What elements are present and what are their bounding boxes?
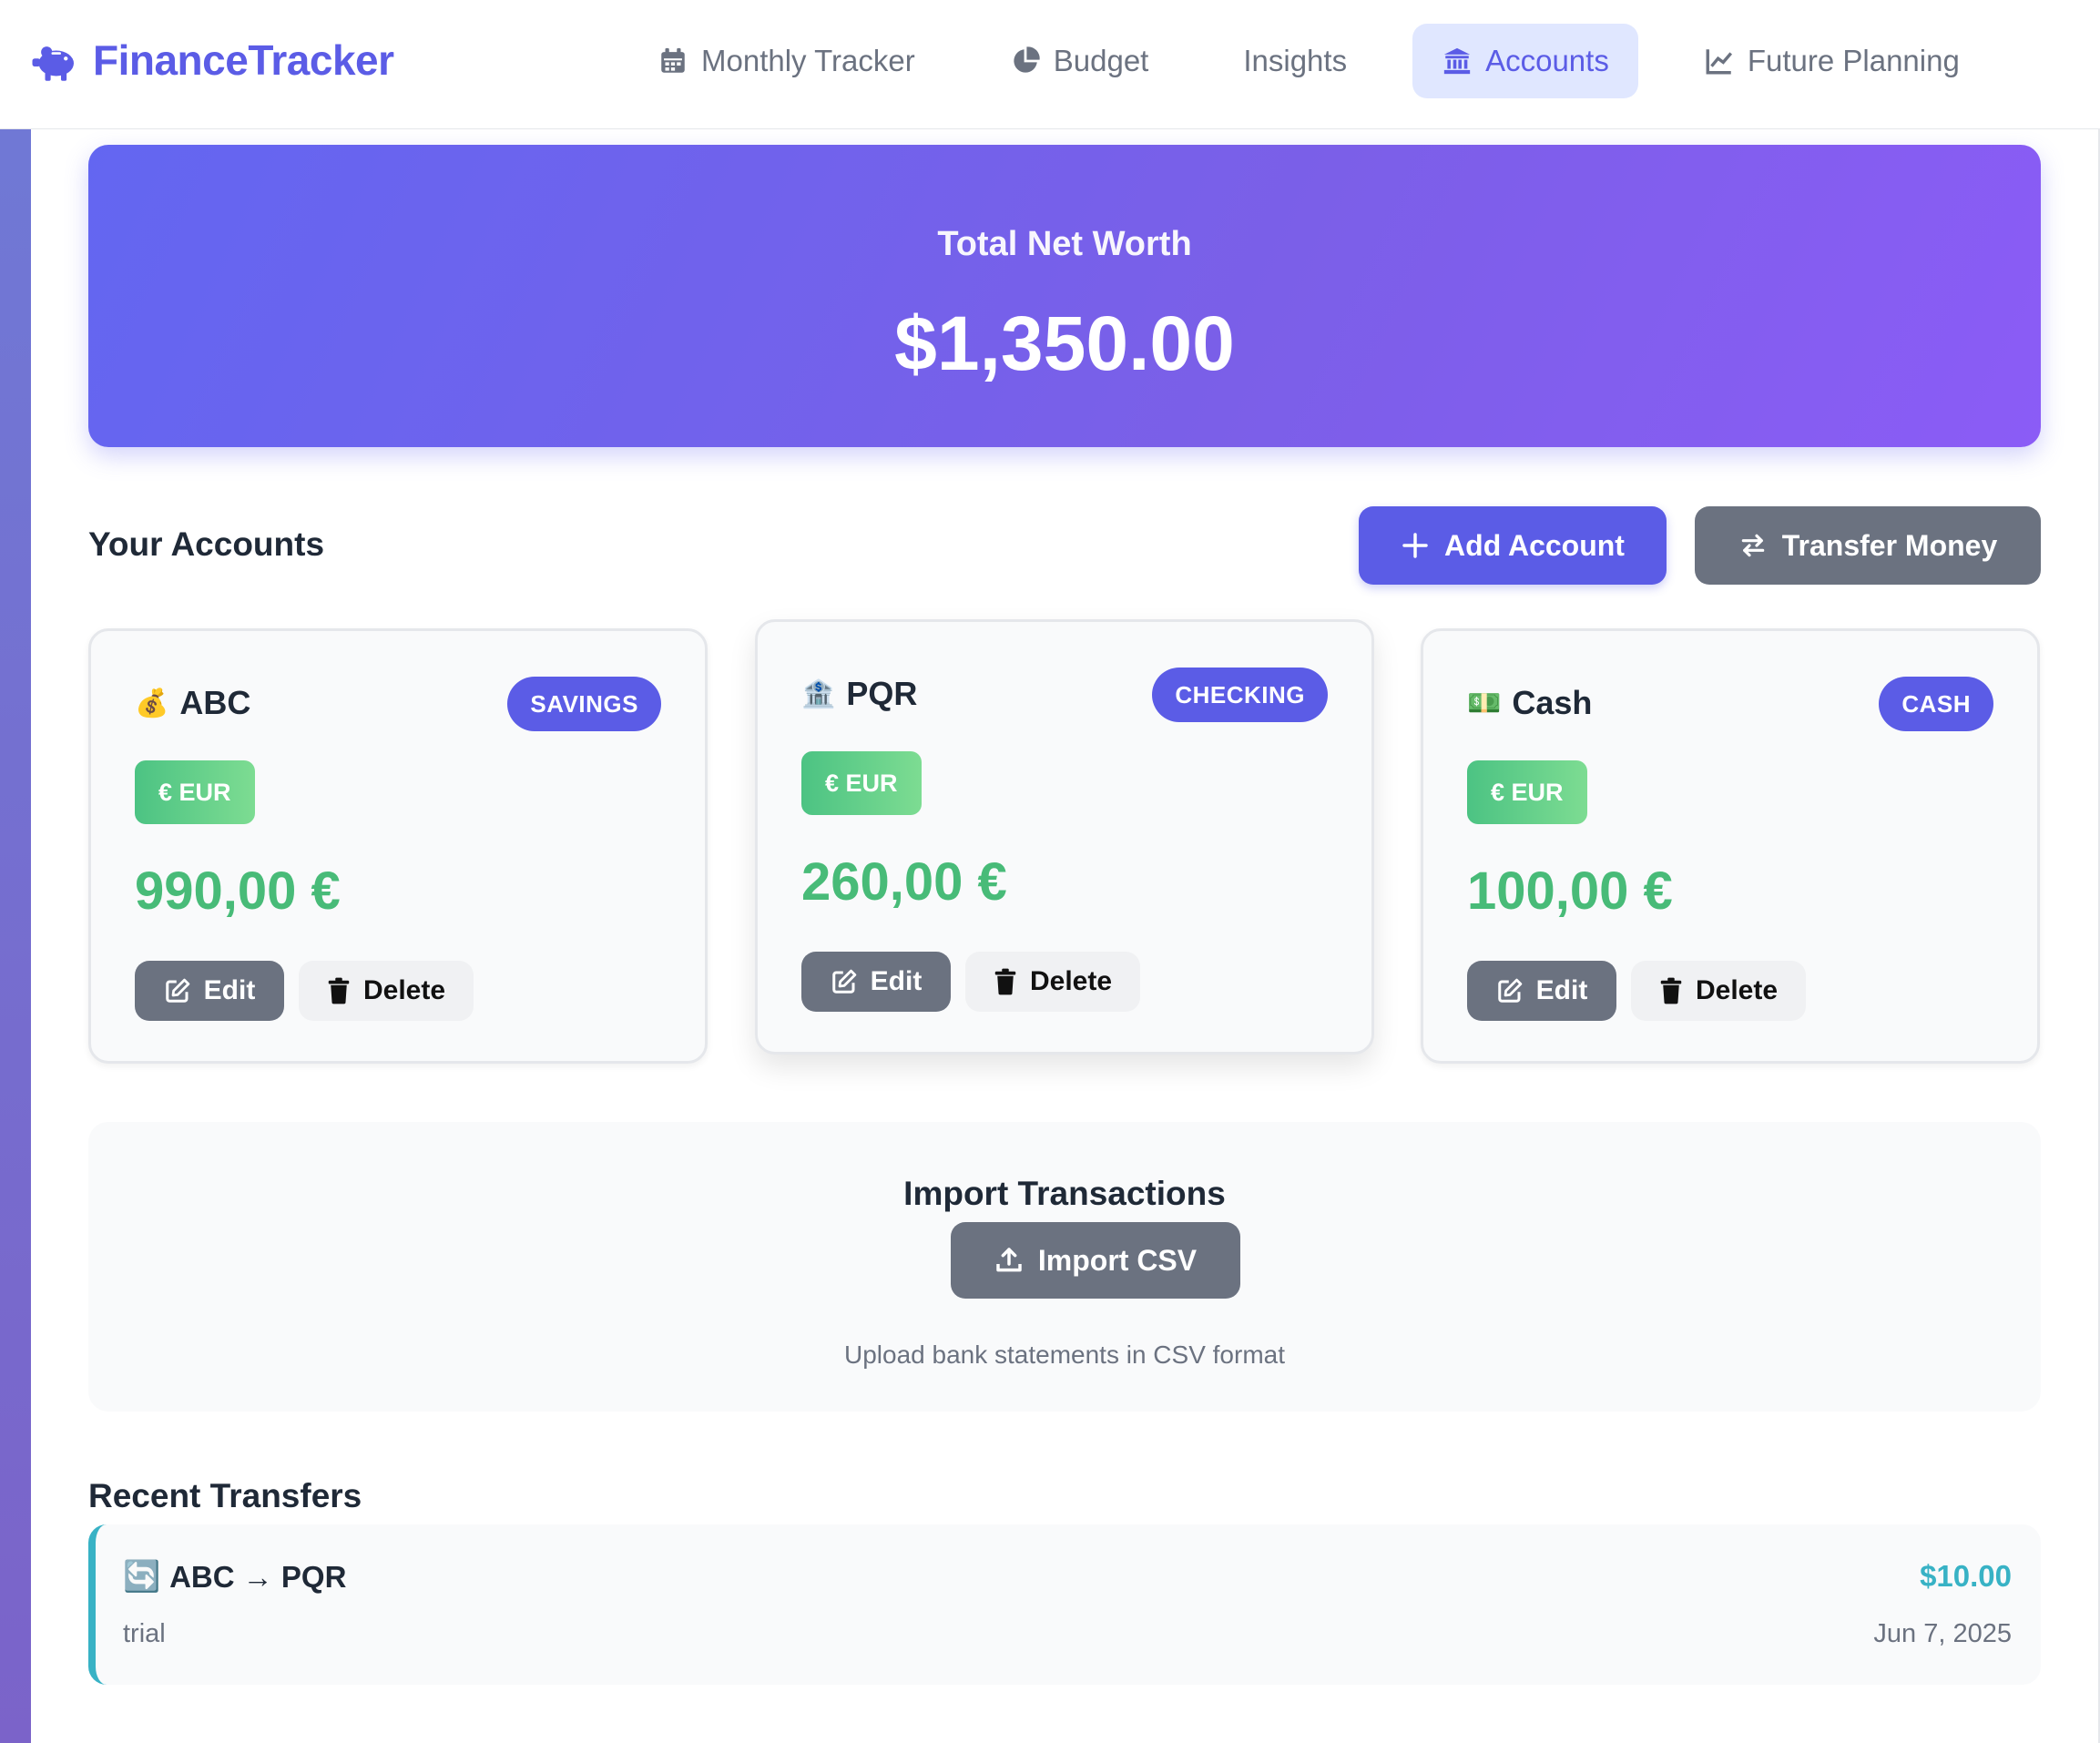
nav-budget[interactable]: Budget	[981, 24, 1178, 98]
pie-chart-icon	[1014, 46, 1040, 73]
account-name-text: Cash	[1512, 684, 1593, 721]
app-name: FinanceTracker	[93, 36, 394, 84]
top-navbar: FinanceTracker Monthly Tracker Budget In…	[0, 0, 2100, 129]
edit-account-button[interactable]: Edit	[135, 961, 284, 1021]
currency-badge: € EUR	[135, 760, 255, 824]
main-nav: Monthly Tracker Budget Insights Accounts	[628, 24, 2025, 98]
calendar-icon	[661, 47, 685, 73]
transfer-route-text: ABC → PQR	[169, 1559, 347, 1594]
nav-monthly-tracker[interactable]: Monthly Tracker	[628, 24, 944, 98]
net-worth-card: Total Net Worth $1,350.00	[88, 145, 2041, 447]
trash-icon	[328, 977, 350, 1004]
account-balance: 100,00 €	[1467, 861, 1673, 921]
edit-label: Edit	[203, 975, 256, 1005]
transfer-money-label: Transfer Money	[1781, 528, 1998, 562]
import-csv-label: Import CSV	[1037, 1243, 1198, 1277]
account-name: 💵 Cash	[1467, 684, 1592, 722]
account-card[interactable]: 💵 Cash CASH € EUR 100,00 € Edit Delete	[1421, 628, 2040, 1064]
account-balance: 990,00 €	[135, 861, 341, 921]
nav-label: Insights	[1243, 44, 1348, 77]
nav-label: Future Planning	[1747, 44, 1960, 77]
edit-icon	[1497, 978, 1522, 1003]
nav-label: Accounts	[1485, 44, 1609, 77]
nav-accounts[interactable]: Accounts	[1412, 24, 1638, 98]
currency-badge: € EUR	[1467, 760, 1587, 824]
trash-icon	[994, 968, 1016, 995]
account-name-text: PQR	[846, 675, 918, 712]
account-type-badge: SAVINGS	[507, 677, 661, 731]
transfer-icon: 🔄	[123, 1559, 161, 1593]
accounts-section-title: Your Accounts	[88, 525, 325, 563]
account-card[interactable]: 💰 ABC SAVINGS € EUR 990,00 € Edit Delete	[88, 628, 708, 1064]
edit-account-button[interactable]: Edit	[801, 952, 951, 1012]
edit-icon	[831, 969, 856, 994]
account-type-badge: CASH	[1879, 677, 1993, 731]
account-name: 💰 ABC	[135, 684, 250, 722]
transfer-note: trial	[123, 1619, 166, 1648]
nav-future-planning[interactable]: Future Planning	[1675, 24, 1989, 98]
account-card[interactable]: 🏦 PQR CHECKING € EUR 260,00 € Edit Delet…	[755, 619, 1374, 1055]
nav-insights[interactable]: Insights	[1214, 24, 1376, 98]
edit-label: Edit	[870, 966, 923, 996]
nav-label: Budget	[1053, 44, 1149, 77]
edit-icon	[165, 978, 189, 1003]
delete-account-button[interactable]: Delete	[965, 952, 1140, 1012]
money-bag-icon: 💰	[135, 688, 169, 719]
transfer-arrows-icon	[1741, 534, 1765, 557]
delete-label: Delete	[1029, 966, 1113, 996]
net-worth-value: $1,350.00	[894, 301, 1235, 386]
edit-account-button[interactable]: Edit	[1467, 961, 1616, 1021]
account-type-badge: CHECKING	[1152, 668, 1328, 722]
line-chart-icon	[1706, 49, 1732, 75]
transfer-item: 🔄 ABC → PQR trial $10.00 Jun 7, 2025	[88, 1524, 2041, 1685]
transfer-amount: $10.00	[1920, 1559, 2012, 1593]
import-title: Import Transactions	[903, 1175, 1226, 1212]
delete-account-button[interactable]: Delete	[299, 961, 474, 1021]
trash-icon	[1660, 977, 1682, 1004]
main-content: Total Net Worth $1,350.00 Your Accounts …	[31, 129, 2100, 1743]
account-balance: 260,00 €	[801, 852, 1007, 912]
transfer-money-button[interactable]: Transfer Money	[1695, 506, 2041, 585]
account-name: 🏦 PQR	[801, 675, 917, 713]
banknote-icon: 💵	[1467, 688, 1502, 719]
account-name-text: ABC	[179, 684, 251, 721]
bank-building-icon: 🏦	[801, 678, 836, 709]
upload-icon	[996, 1248, 1022, 1272]
edit-label: Edit	[1535, 975, 1588, 1005]
import-hint: Upload bank statements in CSV format	[843, 1340, 1285, 1369]
currency-badge: € EUR	[801, 751, 922, 815]
add-account-button[interactable]: Add Account	[1359, 506, 1667, 585]
transfer-date: Jun 7, 2025	[1873, 1619, 2012, 1648]
transfer-route: 🔄 ABC → PQR	[123, 1559, 346, 1595]
delete-label: Delete	[362, 975, 446, 1005]
import-transactions-panel: Import Transactions Import CSV Upload ba…	[88, 1122, 2041, 1412]
nav-label: Monthly Tracker	[701, 44, 915, 77]
piggy-bank-icon	[32, 46, 74, 81]
recent-transfers-title: Recent Transfers	[88, 1477, 362, 1514]
brand-logo[interactable]: FinanceTracker	[29, 35, 394, 86]
import-csv-button[interactable]: Import CSV	[951, 1222, 1240, 1299]
delete-label: Delete	[1695, 975, 1779, 1005]
delete-account-button[interactable]: Delete	[1631, 961, 1806, 1021]
bank-icon	[1443, 47, 1471, 75]
add-account-label: Add Account	[1444, 528, 1625, 562]
net-worth-label: Total Net Worth	[937, 225, 1192, 263]
plus-icon	[1402, 533, 1428, 558]
